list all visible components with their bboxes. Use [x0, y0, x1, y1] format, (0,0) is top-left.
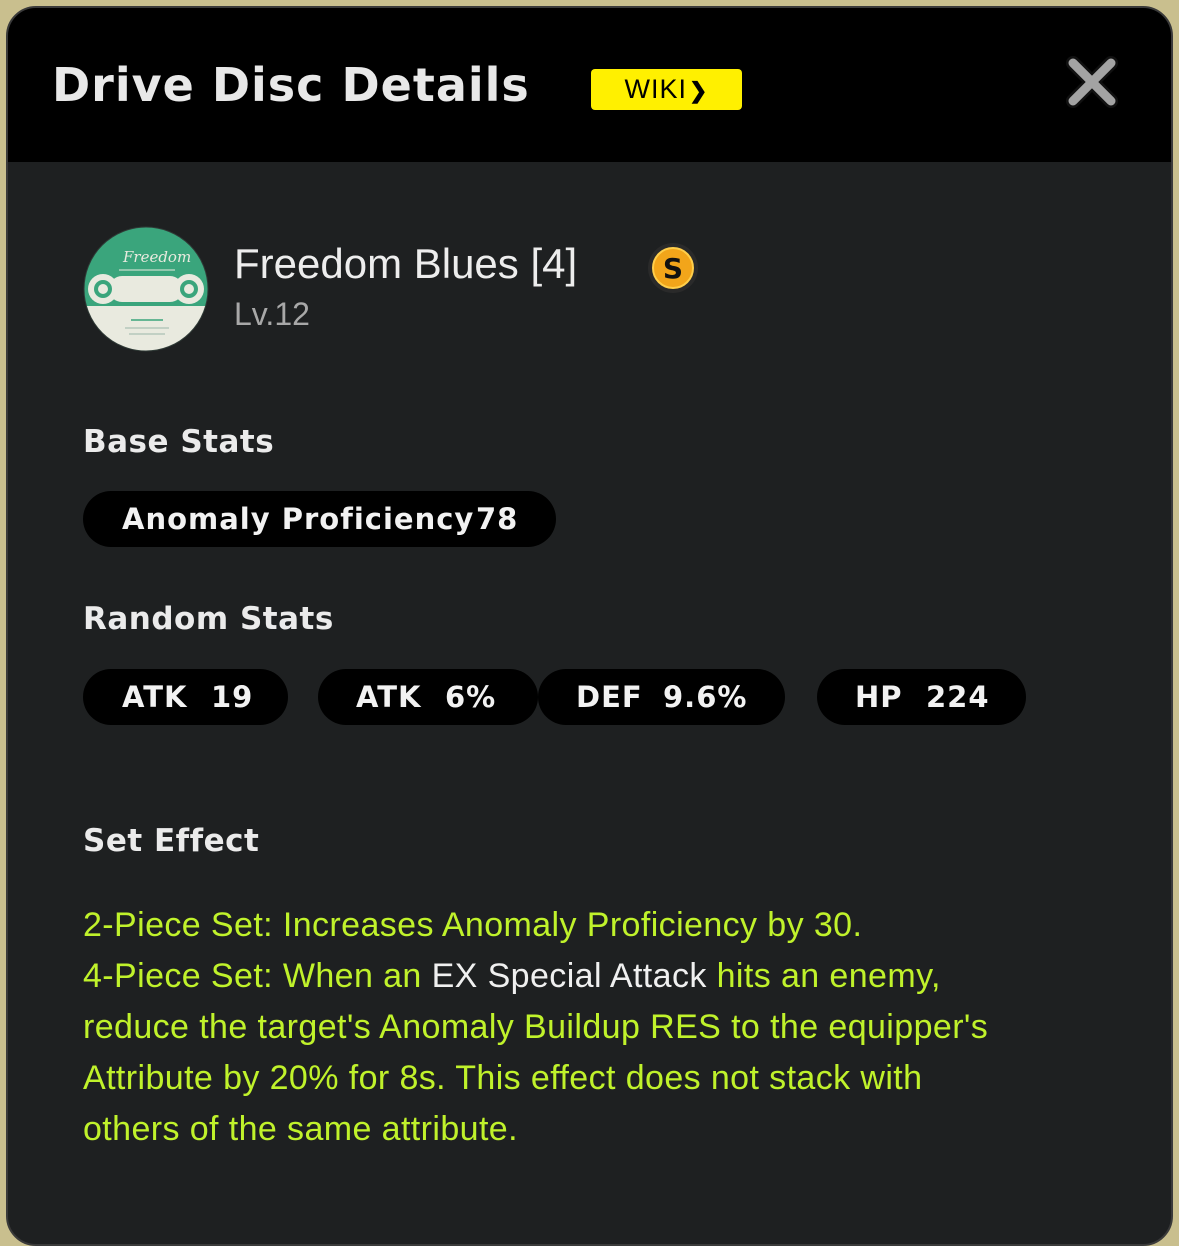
stat-name: ATK: [122, 680, 188, 714]
stat-name: Anomaly Proficiency: [122, 502, 475, 536]
four-piece-effect-line-4: others of the same attribute.: [83, 1110, 518, 1148]
wiki-label: WIKI: [624, 74, 688, 104]
stat-value: 6%: [445, 680, 497, 714]
random-stat-pill: ATK 19: [83, 669, 288, 725]
four-piece-text: hits an enemy,: [706, 957, 941, 995]
four-piece-effect-line-1: 4-Piece Set: When an EX Special Attack h…: [83, 951, 1133, 1002]
four-piece-effect-line-2: reduce the target's Anomaly Buildup RES …: [83, 1008, 989, 1046]
four-piece-effect-line-3: Attribute by 20% for 8s. This effect doe…: [83, 1059, 923, 1097]
dialog-header: Drive Disc Details WIKI❯: [8, 8, 1171, 162]
drive-disc-details-dialog: Drive Disc Details WIKI❯ Freedom Freedom…: [6, 6, 1173, 1246]
random-stat-pill: DEF 9.6%: [538, 669, 785, 725]
disc-art-title: Freedom: [122, 248, 191, 266]
two-piece-effect: 2-Piece Set: Increases Anomaly Proficien…: [83, 906, 863, 944]
stat-value: 19: [211, 680, 254, 714]
disc-level: Lv.12: [234, 296, 310, 332]
stat-value: 9.6%: [663, 680, 748, 714]
random-stat-pill: ATK 6%: [318, 669, 538, 725]
dialog-title: Drive Disc Details: [52, 58, 530, 112]
disc-name: Freedom Blues [4]: [234, 240, 578, 287]
base-stat-pill: Anomaly Proficiency 78: [83, 491, 556, 547]
wiki-button[interactable]: WIKI❯: [591, 69, 742, 110]
set-effect-description: 2-Piece Set: Increases Anomaly Proficien…: [83, 900, 1133, 1155]
close-button[interactable]: [1064, 54, 1120, 110]
base-stats-heading: Base Stats: [83, 424, 275, 460]
close-icon: [1066, 56, 1118, 108]
four-piece-text: 4-Piece Set: When an: [83, 957, 432, 995]
svg-text:S: S: [663, 252, 683, 285]
stat-name: ATK: [356, 680, 422, 714]
chevron-right-icon: ❯: [689, 78, 709, 103]
random-stats-heading: Random Stats: [83, 601, 334, 637]
stat-value: 224: [926, 680, 990, 714]
drive-disc-icon: Freedom: [83, 226, 209, 352]
ex-special-attack-keyword: EX Special Attack: [431, 957, 707, 995]
random-stat-pill: HP 224: [817, 669, 1026, 725]
rank-s-icon: S: [647, 242, 699, 294]
stat-name: DEF: [576, 680, 643, 714]
set-effect-heading: Set Effect: [83, 823, 260, 859]
stat-name: HP: [855, 680, 903, 714]
stat-value: 78: [476, 502, 519, 536]
